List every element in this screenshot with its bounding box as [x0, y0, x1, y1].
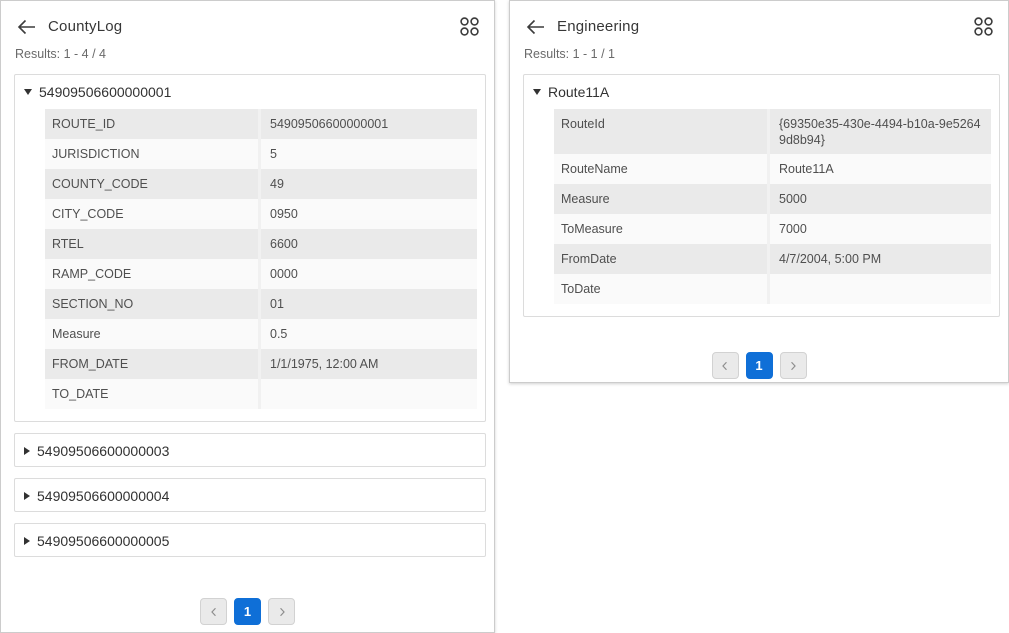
feature-title: Route11A: [548, 84, 609, 100]
field-label: RAMP_CODE: [45, 259, 258, 289]
field-value: 49: [258, 169, 477, 199]
next-page-button[interactable]: [268, 598, 295, 625]
page-number-button[interactable]: 1: [234, 598, 261, 625]
field-label: ROUTE_ID: [45, 109, 258, 139]
field-value: Route11A: [767, 154, 991, 184]
next-page-button[interactable]: [780, 352, 807, 379]
attribute-table: RouteId{69350e35-430e-4494-b10a-9e52649d…: [554, 109, 991, 304]
feature-item: 54909506600000003: [14, 433, 486, 467]
apps-grid-icon[interactable]: [459, 16, 480, 37]
feature-item: 54909506600000004: [14, 478, 486, 512]
caret-down-icon: [533, 89, 541, 95]
caret-right-icon: [24, 447, 30, 455]
feature-toggle[interactable]: 54909506600000005: [15, 524, 485, 556]
field-label: RouteId: [554, 109, 767, 154]
table-row: FromDate4/7/2004, 5:00 PM: [554, 244, 991, 274]
apps-grid-icon[interactable]: [973, 16, 994, 37]
field-value: [767, 274, 991, 304]
back-arrow-icon[interactable]: [17, 18, 37, 36]
feature-toggle[interactable]: 54909506600000004: [15, 479, 485, 511]
field-value: 0.5: [258, 319, 477, 349]
table-row: TO_DATE: [45, 379, 477, 409]
field-label: SECTION_NO: [45, 289, 258, 319]
field-label: Measure: [45, 319, 258, 349]
table-row: SECTION_NO01: [45, 289, 477, 319]
field-value: {69350e35-430e-4494-b10a-9e52649d8b94}: [767, 109, 991, 154]
table-row: Measure5000: [554, 184, 991, 214]
panel-title: CountyLog: [48, 18, 122, 35]
table-row: COUNTY_CODE49: [45, 169, 477, 199]
field-label: CITY_CODE: [45, 199, 258, 229]
feature-item: Route11ARouteId{69350e35-430e-4494-b10a-…: [523, 74, 1000, 317]
field-label: RouteName: [554, 154, 767, 184]
panel-header: CountyLog: [1, 1, 494, 37]
back-arrow-icon[interactable]: [526, 18, 546, 36]
table-row: Measure0.5: [45, 319, 477, 349]
results-count: Results: 1 - 4 / 4: [1, 37, 494, 61]
feature-item: 54909506600000001ROUTE_ID549095066000000…: [14, 74, 486, 422]
feature-toggle[interactable]: Route11A: [524, 75, 999, 107]
feature-title: 54909506600000003: [37, 443, 169, 459]
field-value: 0000: [258, 259, 477, 289]
prev-page-button[interactable]: [712, 352, 739, 379]
table-row: ToMeasure7000: [554, 214, 991, 244]
table-row: FROM_DATE1/1/1975, 12:00 AM: [45, 349, 477, 379]
feature-toggle[interactable]: 54909506600000001: [15, 75, 485, 107]
field-value: 5000: [767, 184, 991, 214]
caret-right-icon: [24, 492, 30, 500]
panel-header: Engineering: [510, 1, 1008, 37]
results-page: CountyLog Results: 1 - 4 / 4 54909506600…: [0, 0, 1009, 633]
field-value: 7000: [767, 214, 991, 244]
attribute-table: ROUTE_ID54909506600000001JURISDICTION5CO…: [45, 109, 477, 409]
feature-title: 54909506600000005: [37, 533, 169, 549]
table-row: ToDate: [554, 274, 991, 304]
field-label: Measure: [554, 184, 767, 214]
table-row: RouteId{69350e35-430e-4494-b10a-9e52649d…: [554, 109, 991, 154]
field-value: 54909506600000001: [258, 109, 477, 139]
table-row: JURISDICTION5: [45, 139, 477, 169]
feature-title: 54909506600000001: [39, 84, 171, 100]
field-value: 4/7/2004, 5:00 PM: [767, 244, 991, 274]
results-count: Results: 1 - 1 / 1: [510, 37, 1008, 61]
feature-item: 54909506600000005: [14, 523, 486, 557]
caret-right-icon: [24, 537, 30, 545]
panel-engineering: Engineering Results: 1 - 1 / 1 Route11AR…: [509, 0, 1009, 383]
field-label: ToMeasure: [554, 214, 767, 244]
pagination: 1: [1, 598, 494, 625]
prev-page-button[interactable]: [200, 598, 227, 625]
field-value: 01: [258, 289, 477, 319]
field-value: 6600: [258, 229, 477, 259]
table-row: CITY_CODE0950: [45, 199, 477, 229]
field-label: JURISDICTION: [45, 139, 258, 169]
table-row: RouteNameRoute11A: [554, 154, 991, 184]
feature-list: Route11ARouteId{69350e35-430e-4494-b10a-…: [510, 61, 1008, 317]
field-label: FROM_DATE: [45, 349, 258, 379]
feature-title: 54909506600000004: [37, 488, 169, 504]
field-label: ToDate: [554, 274, 767, 304]
field-value: [258, 379, 477, 409]
field-value: 1/1/1975, 12:00 AM: [258, 349, 477, 379]
pagination: 1: [510, 352, 1008, 379]
panel-countylog: CountyLog Results: 1 - 4 / 4 54909506600…: [0, 0, 495, 633]
caret-down-icon: [24, 89, 32, 95]
field-label: FromDate: [554, 244, 767, 274]
field-value: 0950: [258, 199, 477, 229]
table-row: ROUTE_ID54909506600000001: [45, 109, 477, 139]
field-label: COUNTY_CODE: [45, 169, 258, 199]
table-row: RTEL6600: [45, 229, 477, 259]
table-row: RAMP_CODE0000: [45, 259, 477, 289]
field-value: 5: [258, 139, 477, 169]
field-label: TO_DATE: [45, 379, 258, 409]
feature-toggle[interactable]: 54909506600000003: [15, 434, 485, 466]
feature-list: 54909506600000001ROUTE_ID549095066000000…: [1, 61, 494, 557]
page-number-button[interactable]: 1: [746, 352, 773, 379]
field-label: RTEL: [45, 229, 258, 259]
panel-title: Engineering: [557, 18, 639, 35]
